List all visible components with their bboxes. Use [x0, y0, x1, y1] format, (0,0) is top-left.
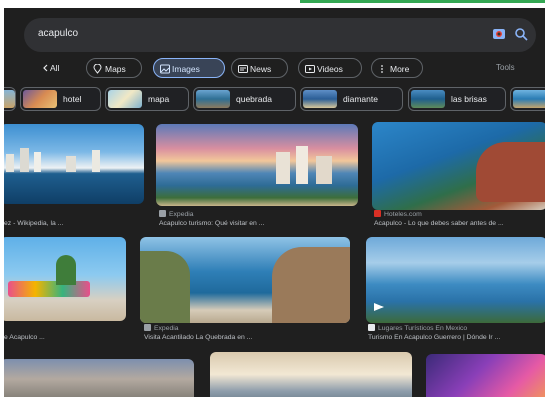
expedia-favicon — [144, 324, 151, 331]
chip-partial-right[interactable] — [510, 87, 545, 111]
more-icon — [381, 65, 383, 73]
chip-thumbnail — [108, 90, 142, 108]
building — [92, 150, 100, 172]
tools-button[interactable]: Tools — [496, 58, 515, 78]
chip-quebrada[interactable]: quebrada — [193, 87, 296, 111]
palm-tree — [56, 255, 76, 285]
building — [20, 148, 29, 172]
building — [6, 154, 14, 172]
tab-news[interactable]: News — [231, 58, 288, 78]
chip-label: mapa — [148, 94, 170, 104]
chip-partial[interactable] — [4, 87, 16, 111]
result-source[interactable]: Expedia — [144, 324, 179, 332]
chip-thumbnail — [4, 90, 15, 108]
image-icon — [160, 64, 170, 74]
search-input[interactable]: acapulco — [38, 28, 78, 39]
back-arrow-icon — [43, 64, 48, 72]
result-image-row3-beach[interactable] — [210, 352, 412, 397]
chip-thumbnail — [513, 90, 545, 108]
chip-label: hotel — [63, 94, 82, 104]
tab-maps[interactable]: Maps — [86, 58, 142, 78]
map-pin-icon — [93, 64, 102, 74]
tab-news-label: News — [250, 64, 272, 74]
result-caption[interactable]: Acapulco turismo: Qué visitar en ... — [159, 220, 264, 227]
tab-images[interactable]: Images — [153, 58, 225, 78]
tab-videos[interactable]: Videos — [298, 58, 362, 78]
building — [34, 152, 41, 172]
building — [296, 146, 308, 184]
video-icon — [305, 65, 315, 73]
result-image-acapulco-sign[interactable] — [4, 237, 126, 321]
expedia-favicon — [159, 210, 166, 217]
result-caption[interactable]: ez - Wikipedia, la ... — [4, 220, 63, 227]
result-image-acapulco-sunset[interactable] — [156, 124, 358, 206]
tab-images-label: Images — [172, 64, 200, 74]
result-source[interactable]: Lugares Turísticos En Mexico — [368, 324, 467, 332]
chip-label: las brisas — [451, 94, 487, 104]
result-caption[interactable]: Visita Acantilado La Quebrada en ... — [144, 334, 252, 341]
tab-all-label: All — [50, 63, 60, 73]
tab-more-label: More — [390, 64, 410, 74]
chip-thumbnail — [196, 90, 230, 108]
lugares-favicon — [368, 324, 375, 331]
search-bar[interactable]: acapulco — [24, 18, 536, 52]
chip-thumbnail — [23, 90, 57, 108]
building — [66, 156, 76, 172]
building — [276, 152, 290, 184]
result-source[interactable]: Expedia — [159, 210, 194, 218]
tab-more[interactable]: More — [371, 58, 423, 78]
result-source-label: Hoteles.com — [384, 211, 422, 218]
window-top-accent — [300, 0, 545, 3]
acapulco-sign — [8, 281, 90, 297]
chip-label: quebrada — [236, 94, 272, 104]
google-lens-icon[interactable] — [492, 27, 506, 41]
play-icon — [374, 303, 384, 311]
result-caption[interactable]: Turismo En Acapulco Guerrero | Dónde Ir … — [368, 334, 500, 341]
result-caption[interactable]: e Acapulco ... — [4, 334, 45, 341]
related-chips-row: hotel mapa quebrada diamante las brisas — [4, 87, 545, 113]
tab-videos-label: Videos — [317, 64, 343, 74]
hoteles-favicon — [374, 210, 381, 217]
search-results-screen: acapulco All Maps Images News Videos Mor… — [4, 8, 545, 397]
chip-hotel[interactable]: hotel — [20, 87, 101, 111]
result-source[interactable]: Hoteles.com — [374, 210, 422, 218]
chip-mapa[interactable]: mapa — [105, 87, 189, 111]
chip-las-brisas[interactable]: las brisas — [408, 87, 506, 111]
result-image-la-quebrada[interactable] — [140, 237, 350, 323]
result-image-row3-night[interactable] — [426, 354, 545, 397]
building — [316, 156, 332, 184]
tab-maps-label: Maps — [105, 64, 126, 74]
result-image-acapulco-bay[interactable] — [4, 124, 144, 204]
chip-thumbnail — [303, 90, 337, 108]
chip-label: diamante — [343, 94, 378, 104]
chip-thumbnail — [411, 90, 445, 108]
result-image-row3-city[interactable] — [4, 359, 194, 397]
cliff — [476, 142, 545, 202]
search-icon[interactable] — [514, 27, 528, 41]
news-icon — [238, 65, 248, 73]
search-tabs: All Maps Images News Videos More Tools — [40, 58, 540, 80]
result-image-acapulco-bay-aerial[interactable] — [366, 237, 545, 323]
result-image-acapulco-cliffs[interactable] — [372, 122, 545, 210]
result-source-label: Expedia — [169, 211, 194, 218]
cliff — [140, 251, 190, 323]
result-source-label: Lugares Turísticos En Mexico — [378, 325, 468, 332]
tab-all[interactable]: All — [40, 58, 80, 78]
chip-diamante[interactable]: diamante — [300, 87, 403, 111]
result-source-label: Expedia — [154, 325, 179, 332]
cliff — [272, 247, 350, 323]
result-caption[interactable]: Acapulco - Lo que debes saber antes de .… — [374, 220, 504, 227]
